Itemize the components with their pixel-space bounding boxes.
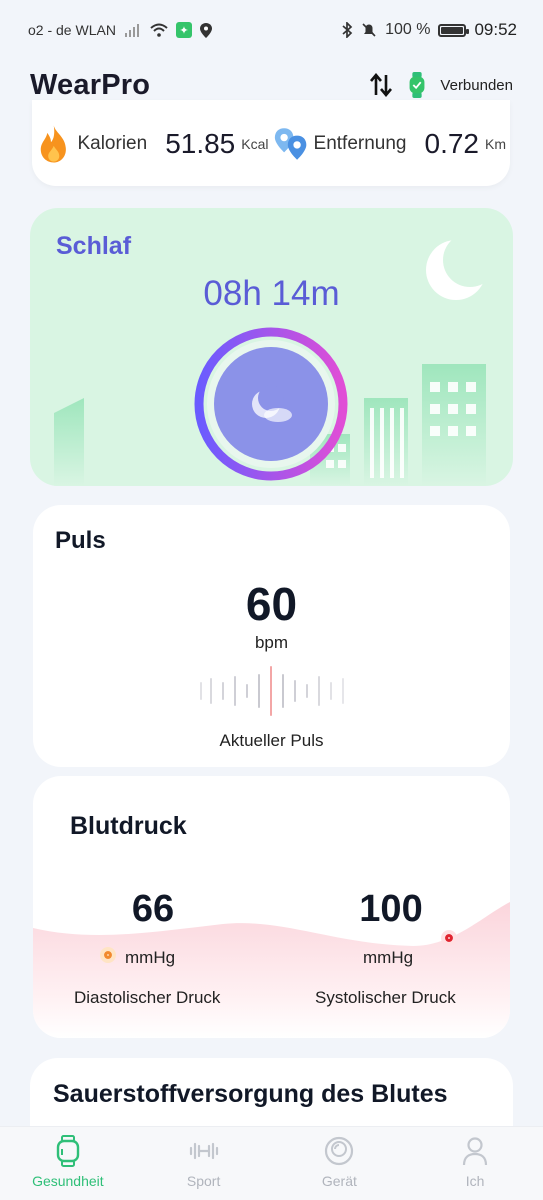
signal-icon	[124, 24, 139, 37]
nav-label-geraet: Gerät	[321, 1173, 357, 1189]
distance-label: Entfernung	[313, 133, 407, 154]
diastolic-unit: mmHg	[125, 948, 176, 967]
activity-summary-card[interactable]: Kalorien 51.85 Kcal Entfernung 0.72 Km	[32, 100, 510, 186]
activity-app-icon: ✦	[175, 22, 192, 38]
distance-unit: Km	[485, 136, 506, 152]
bottom-navigation: Gesundheit Sport Gerät Ich	[0, 1126, 543, 1200]
blood-pressure-card[interactable]: Blutdruck 66 mmHg Diastolischer Druck 10…	[33, 776, 510, 1038]
wifi-icon	[150, 23, 168, 37]
bluetooth-icon	[342, 22, 353, 38]
nav-item-geraet[interactable]: Gerät	[284, 1135, 394, 1189]
systolic-unit: mmHg	[363, 948, 414, 967]
status-bar: o2 - de WLAN ✦ 100 % 09:52	[0, 0, 543, 60]
nav-label-sport: Sport	[186, 1173, 221, 1189]
nav-label-ich: Ich	[465, 1173, 485, 1189]
pulse-caption: Aktueller Puls	[219, 731, 324, 750]
systolic-value: 100	[359, 888, 423, 930]
dumbbell-icon	[189, 1142, 218, 1160]
diastolic-value: 66	[131, 888, 175, 930]
app-title: WearPro	[30, 68, 151, 101]
calories-value: 51.85	[165, 128, 236, 159]
blood-pressure-title: Blutdruck	[70, 812, 187, 840]
flame-icon	[40, 125, 66, 163]
clock: 09:52	[474, 20, 517, 39]
battery-percent: 100 %	[385, 21, 431, 38]
nav-item-sport[interactable]: Sport	[149, 1135, 259, 1189]
watch-connected-icon	[409, 72, 425, 98]
calories-label: Kalorien	[77, 133, 148, 154]
watch-icon	[56, 1135, 80, 1167]
connection-status: Verbunden	[440, 76, 513, 94]
nav-item-gesundheit[interactable]: Gesundheit	[13, 1135, 123, 1189]
carrier-label: o2 - de WLAN	[28, 22, 116, 38]
pulse-value: 60	[245, 578, 298, 630]
sync-icon[interactable]	[368, 73, 394, 97]
diastolic-label: Diastolischer Druck	[74, 988, 221, 1007]
nav-item-ich[interactable]: Ich	[420, 1135, 530, 1189]
nav-label-gesundheit: Gesundheit	[32, 1173, 104, 1189]
diastolic-dot	[100, 947, 116, 963]
calories-unit: Kcal	[241, 136, 269, 152]
systolic-label: Systolischer Druck	[315, 988, 456, 1007]
pulse-card[interactable]: Puls 60 bpm Aktueller Puls	[33, 505, 510, 767]
sleep-title: Schlaf	[56, 232, 132, 260]
pulse-unit: bpm	[254, 633, 289, 652]
sleep-duration: 08h 14m	[203, 274, 340, 313]
map-pin-icon	[274, 128, 306, 160]
battery-icon	[438, 23, 470, 37]
sleep-card[interactable]: Schlaf 08h 14m	[30, 208, 513, 486]
person-icon	[463, 1137, 488, 1166]
distance-value: 0.72	[424, 128, 480, 159]
pulse-wave-icon	[200, 666, 344, 716]
location-icon	[199, 22, 212, 38]
systolic-dot	[441, 930, 457, 946]
device-icon	[325, 1136, 354, 1166]
mute-bell-icon	[362, 23, 376, 37]
blood-oxygen-title: Sauerstoffversorgung des Blutes	[53, 1080, 448, 1108]
pulse-title: Puls	[55, 527, 106, 554]
